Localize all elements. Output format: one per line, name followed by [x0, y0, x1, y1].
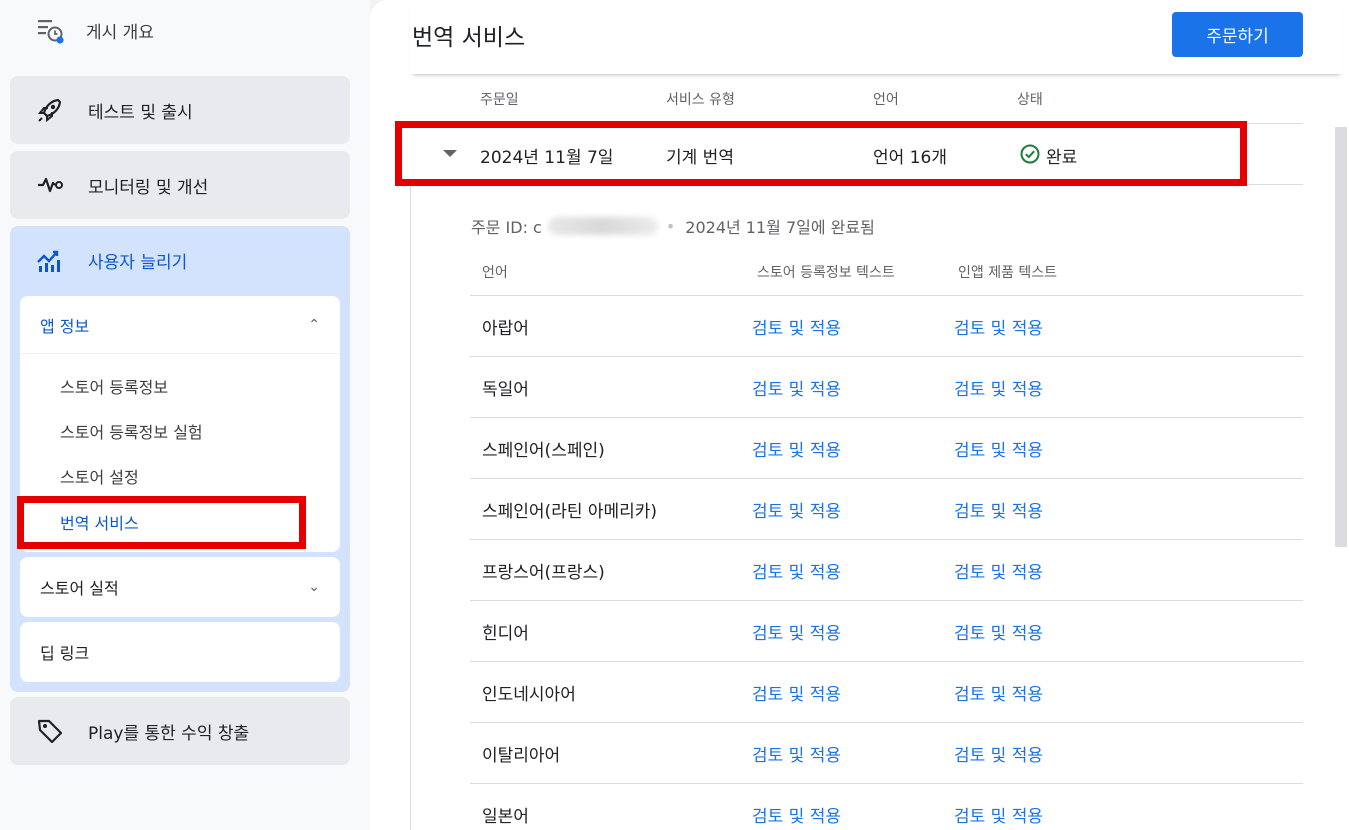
review-apply-in-app-link[interactable]: 검토 및 적용 — [954, 314, 1043, 339]
review-apply-in-app-link[interactable]: 검토 및 적용 — [954, 436, 1043, 461]
chevron-down-icon: ⌄ — [308, 579, 320, 595]
sidebar: 게시 개요 테스트 및 출시 모니터링 및 개선 사용자 늘리기 앱 정보 ⌃ … — [0, 0, 370, 830]
nav-label: 게시 개요 — [86, 22, 154, 43]
review-apply-store-listing-link[interactable]: 검토 및 적용 — [752, 497, 841, 522]
language-name: 인도네시아어 — [482, 685, 576, 705]
review-apply-in-app-link[interactable]: 검토 및 적용 — [954, 802, 1043, 827]
redacted-order-id — [547, 217, 658, 235]
scrollbar[interactable] — [1335, 127, 1347, 547]
table-row: 스페인어(라틴 아메리카) 검토 및 적용 검토 및 적용 — [470, 478, 1303, 539]
nav-label: 사용자 늘리기 — [88, 252, 188, 273]
detail-border — [410, 185, 411, 830]
sidebar-item-store-settings[interactable]: 스토어 설정 — [60, 464, 139, 488]
page-header: 번역 서비스 주문하기 — [410, 0, 1343, 74]
tag-icon — [37, 719, 63, 744]
review-apply-store-listing-link[interactable]: 검토 및 적용 — [752, 680, 841, 705]
table-row: 독일어 검토 및 적용 검토 및 적용 — [470, 356, 1303, 417]
table-row: 힌디어 검토 및 적용 검토 및 적용 — [470, 600, 1303, 661]
review-apply-store-listing-link[interactable]: 검토 및 적용 — [752, 314, 841, 339]
table-row: 일본어 검토 및 적용 검토 및 적용 — [470, 783, 1303, 830]
language-name: 독일어 — [482, 380, 529, 400]
review-apply-in-app-link[interactable]: 검토 및 적용 — [954, 375, 1043, 400]
table-row: 아랍어 검토 및 적용 검토 및 적용 — [470, 295, 1303, 356]
language-name: 일본어 — [482, 807, 529, 827]
nav-monetize[interactable]: Play를 통한 수익 창출 — [10, 697, 350, 765]
review-apply-store-listing-link[interactable]: 검토 및 적용 — [752, 741, 841, 766]
sidebar-item-store-listing-experiments[interactable]: 스토어 등록정보 실험 — [60, 419, 203, 443]
separator-dot: • — [665, 216, 676, 236]
publishing-overview-icon — [38, 20, 64, 44]
column-header-language[interactable]: 언어 — [873, 89, 899, 109]
review-apply-in-app-link[interactable]: 검토 및 적용 — [954, 558, 1043, 583]
table-row: 이탈리아어 검토 및 적용 검토 및 적용 — [470, 722, 1303, 783]
column-header-order-date[interactable]: 주문일 — [480, 89, 519, 109]
page-title: 번역 서비스 — [412, 25, 526, 51]
nav-label: 모니터링 및 개선 — [88, 177, 209, 198]
nav-publishing-overview[interactable]: 게시 개요 — [36, 14, 154, 46]
order-completed-text: 2024년 11월 7일에 완료됨 — [685, 218, 875, 237]
deep-links-section[interactable]: 딥 링크 — [20, 622, 340, 682]
review-apply-store-listing-link[interactable]: 검토 및 적용 — [752, 802, 841, 827]
nav-test-and-release[interactable]: 테스트 및 출시 — [10, 76, 350, 144]
app-info-header[interactable]: 앱 정보 ⌃ — [20, 296, 340, 354]
nav-label: 테스트 및 출시 — [88, 102, 193, 123]
table-row: 인도네시아어 검토 및 적용 검토 및 적용 — [470, 661, 1303, 722]
nav-grow-users-header[interactable]: 사용자 늘리기 — [10, 226, 350, 294]
review-apply-in-app-link[interactable]: 검토 및 적용 — [954, 497, 1043, 522]
language-name: 아랍어 — [482, 319, 529, 339]
detail-column-in-app-product-text: 인앱 제품 텍스트 — [958, 265, 1058, 281]
order-button[interactable]: 주문하기 — [1172, 12, 1303, 57]
column-header-status[interactable]: 상태 — [1017, 89, 1043, 109]
sidebar-item-store-listing[interactable]: 스토어 등록정보 — [60, 374, 168, 398]
review-apply-in-app-link[interactable]: 검토 및 적용 — [954, 680, 1043, 705]
pulse-icon — [38, 177, 63, 193]
review-apply-store-listing-link[interactable]: 검토 및 적용 — [752, 619, 841, 644]
highlight-box — [395, 121, 1247, 186]
chevron-up-icon: ⌃ — [308, 316, 320, 333]
language-name: 스페인어(라틴 아메리카) — [482, 502, 658, 522]
highlight-box — [17, 496, 306, 549]
nav-label: Play를 통한 수익 창출 — [88, 723, 250, 744]
order-id-label: 주문 ID: c — [471, 218, 542, 237]
language-name: 이탈리아어 — [482, 746, 561, 766]
review-apply-store-listing-link[interactable]: 검토 및 적용 — [752, 558, 841, 583]
language-name: 힌디어 — [482, 624, 529, 644]
main-panel: 번역 서비스 주문하기 주문일 서비스 유형 언어 상태 2024년 11월 7… — [370, 0, 1349, 830]
store-performance-label: 스토어 실적 — [40, 579, 119, 598]
review-apply-in-app-link[interactable]: 검토 및 적용 — [954, 619, 1043, 644]
store-performance-section[interactable]: 스토어 실적 ⌄ — [20, 557, 340, 617]
language-name: 스페인어(스페인) — [482, 441, 605, 461]
table-row: 스페인어(스페인) 검토 및 적용 검토 및 적용 — [470, 417, 1303, 478]
review-apply-store-listing-link[interactable]: 검토 및 적용 — [752, 375, 841, 400]
detail-column-store-listing-text: 스토어 등록정보 텍스트 — [757, 265, 895, 281]
language-name: 프랑스어(프랑스) — [482, 563, 605, 583]
column-header-service-type[interactable]: 서비스 유형 — [666, 89, 735, 109]
rocket-icon — [37, 98, 62, 123]
detail-column-language: 언어 — [482, 265, 508, 281]
nav-monitor-and-improve[interactable]: 모니터링 및 개선 — [10, 151, 350, 219]
review-apply-in-app-link[interactable]: 검토 및 적용 — [954, 741, 1043, 766]
growth-chart-icon — [37, 250, 60, 272]
review-apply-store-listing-link[interactable]: 검토 및 적용 — [752, 436, 841, 461]
table-row: 프랑스어(프랑스) 검토 및 적용 검토 및 적용 — [470, 539, 1303, 600]
app-info-label: 앱 정보 — [40, 316, 90, 336]
deep-links-label: 딥 링크 — [40, 644, 90, 663]
order-detail-meta: 주문 ID: c • 2024년 11월 7일에 완료됨 — [471, 214, 875, 238]
